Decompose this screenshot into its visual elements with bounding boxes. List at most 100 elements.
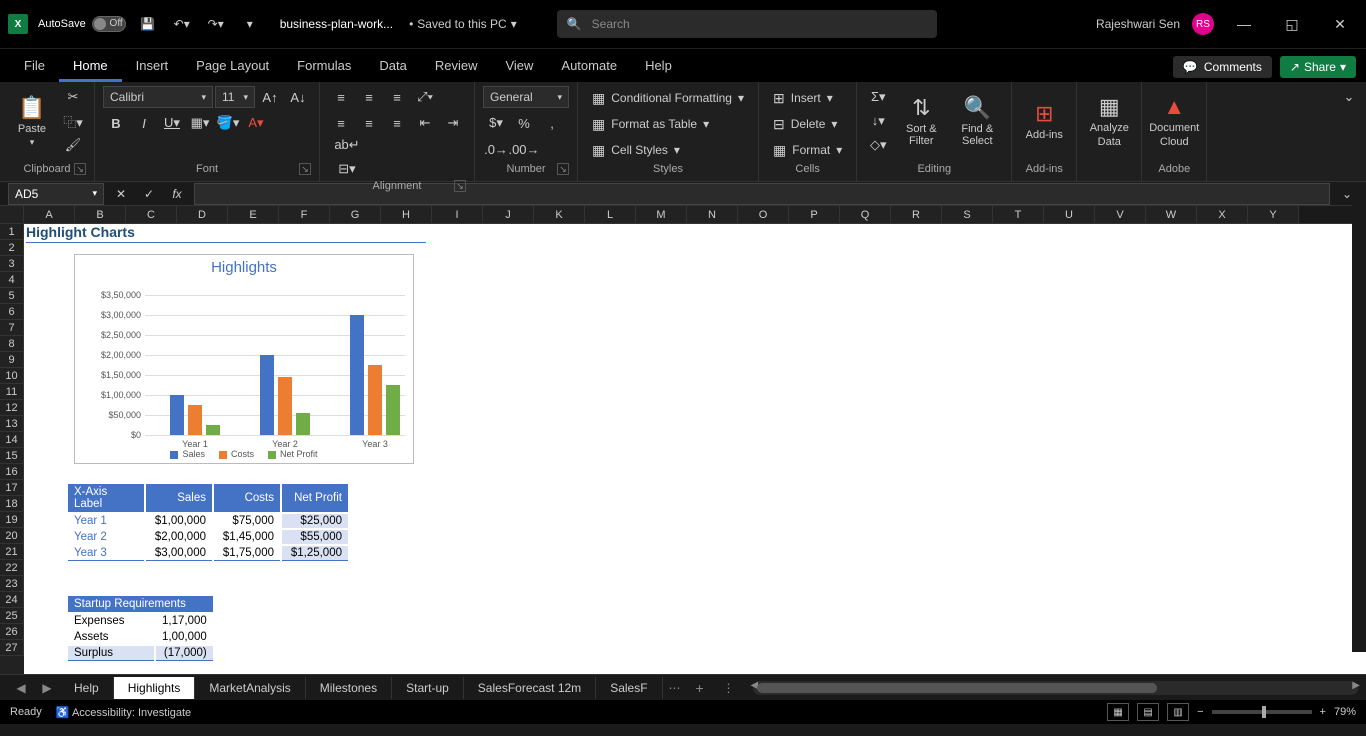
- table-row[interactable]: Year 1$1,00,000$75,000$25,000: [68, 514, 348, 528]
- document-cloud-button[interactable]: ▲DocumentCloud: [1150, 86, 1198, 156]
- more-sheets-icon[interactable]: ⋯: [663, 681, 687, 695]
- col-header-E[interactable]: E: [228, 206, 279, 223]
- sheet-nav-prev-icon[interactable]: ◀: [8, 681, 34, 695]
- row-header-17[interactable]: 17: [0, 480, 24, 496]
- font-name-dropdown[interactable]: Calibri▾: [103, 86, 213, 108]
- sheet-tab-salesforecast-12m[interactable]: SalesForecast 12m: [464, 677, 596, 699]
- merge-icon[interactable]: ⊟▾: [332, 158, 362, 180]
- tab-home[interactable]: Home: [59, 52, 122, 82]
- row-header-7[interactable]: 7: [0, 320, 24, 336]
- format-as-table-button[interactable]: ▦Format as Table ▾: [586, 112, 715, 136]
- row-header-11[interactable]: 11: [0, 384, 24, 400]
- row-header-13[interactable]: 13: [0, 416, 24, 432]
- saved-status[interactable]: • Saved to this PC ▾: [409, 17, 517, 31]
- status-accessibility[interactable]: ♿ Accessibility: Investigate: [56, 706, 191, 719]
- format-painter-icon[interactable]: 🖌: [60, 134, 86, 156]
- align-left-icon[interactable]: ≡: [328, 112, 354, 134]
- align-middle-icon[interactable]: ≡: [356, 86, 382, 108]
- increase-indent-icon[interactable]: ⇥: [440, 112, 466, 134]
- startup-row[interactable]: Surplus(17,000): [68, 646, 213, 661]
- addins-button[interactable]: ⊞Add-ins: [1020, 86, 1068, 156]
- col-header-I[interactable]: I: [432, 206, 483, 223]
- col-header-T[interactable]: T: [993, 206, 1044, 223]
- row-header-26[interactable]: 26: [0, 624, 24, 640]
- minimize-icon[interactable]: —: [1226, 10, 1262, 38]
- sheet-options-icon[interactable]: ⋮: [713, 681, 745, 695]
- col-header-D[interactable]: D: [177, 206, 228, 223]
- font-launcher-icon[interactable]: ↘: [299, 163, 311, 175]
- col-header-H[interactable]: H: [381, 206, 432, 223]
- borders-icon[interactable]: ▦▾: [187, 112, 213, 134]
- row-header-27[interactable]: 27: [0, 640, 24, 656]
- normal-view-icon[interactable]: ▦: [1107, 703, 1129, 721]
- row-header-10[interactable]: 10: [0, 368, 24, 384]
- sheet-area[interactable]: 1234567891011121314151617181920212223242…: [0, 224, 1366, 674]
- col-header-Y[interactable]: Y: [1248, 206, 1299, 223]
- row-header-9[interactable]: 9: [0, 352, 24, 368]
- row-header-14[interactable]: 14: [0, 432, 24, 448]
- autosum-icon[interactable]: Σ▾: [865, 86, 891, 108]
- orientation-icon[interactable]: ⤢▾: [412, 86, 438, 108]
- col-header-Q[interactable]: Q: [840, 206, 891, 223]
- name-box[interactable]: AD5▾: [8, 183, 104, 205]
- delete-cells-button[interactable]: ⊟Delete ▾: [767, 112, 843, 136]
- col-header-U[interactable]: U: [1044, 206, 1095, 223]
- alignment-launcher-icon[interactable]: ↘: [454, 180, 466, 192]
- restore-icon[interactable]: ◱: [1274, 10, 1310, 38]
- tab-review[interactable]: Review: [421, 52, 492, 82]
- col-header-R[interactable]: R: [891, 206, 942, 223]
- col-header-P[interactable]: P: [789, 206, 840, 223]
- italic-icon[interactable]: I: [131, 112, 157, 134]
- align-bottom-icon[interactable]: ≡: [384, 86, 410, 108]
- number-format-dropdown[interactable]: General▾: [483, 86, 569, 108]
- sheet-tab-highlights[interactable]: Highlights: [114, 677, 196, 699]
- vertical-scrollbar[interactable]: [1352, 182, 1366, 652]
- increase-font-icon[interactable]: A↑: [257, 86, 283, 108]
- zoom-in-icon[interactable]: +: [1320, 706, 1326, 718]
- font-size-dropdown[interactable]: 11▾: [215, 86, 255, 108]
- enter-formula-icon[interactable]: ✓: [138, 187, 160, 201]
- row-header-4[interactable]: 4: [0, 272, 24, 288]
- horizontal-scrollbar[interactable]: ◀▶: [753, 681, 1358, 695]
- fill-color-icon[interactable]: 🪣▾: [215, 112, 241, 134]
- sort-filter-button[interactable]: ⇅Sort & Filter: [895, 86, 947, 156]
- table-row[interactable]: Year 3$3,00,000$1,75,000$1,25,000: [68, 546, 348, 561]
- number-launcher-icon[interactable]: ↘: [557, 163, 569, 175]
- accounting-icon[interactable]: $▾: [483, 112, 509, 134]
- fill-icon[interactable]: ↓▾: [865, 110, 891, 132]
- user-name[interactable]: Rajeshwari Sen: [1096, 17, 1180, 31]
- page-break-view-icon[interactable]: ▥: [1167, 703, 1189, 721]
- sheet-tab-salesf[interactable]: SalesF: [596, 677, 662, 699]
- row-header-22[interactable]: 22: [0, 560, 24, 576]
- paste-button[interactable]: 📋Paste▾: [8, 86, 56, 156]
- row-header-8[interactable]: 8: [0, 336, 24, 352]
- col-header-O[interactable]: O: [738, 206, 789, 223]
- row-header-21[interactable]: 21: [0, 544, 24, 560]
- new-sheet-button[interactable]: +: [687, 680, 713, 696]
- tab-file[interactable]: File: [10, 52, 59, 82]
- row-header-18[interactable]: 18: [0, 496, 24, 512]
- col-header-F[interactable]: F: [279, 206, 330, 223]
- col-header-W[interactable]: W: [1146, 206, 1197, 223]
- conditional-formatting-button[interactable]: ▦Conditional Formatting ▾: [586, 86, 750, 110]
- undo-icon[interactable]: ↶▾: [170, 12, 194, 36]
- zoom-slider[interactable]: [1212, 710, 1312, 714]
- redo-icon[interactable]: ↷▾: [204, 12, 228, 36]
- align-center-icon[interactable]: ≡: [356, 112, 382, 134]
- page-layout-view-icon[interactable]: ▤: [1137, 703, 1159, 721]
- row-header-25[interactable]: 25: [0, 608, 24, 624]
- row-header-23[interactable]: 23: [0, 576, 24, 592]
- col-header-S[interactable]: S: [942, 206, 993, 223]
- row-header-19[interactable]: 19: [0, 512, 24, 528]
- save-icon[interactable]: 💾: [136, 12, 160, 36]
- row-header-24[interactable]: 24: [0, 592, 24, 608]
- col-header-N[interactable]: N: [687, 206, 738, 223]
- row-header-12[interactable]: 12: [0, 400, 24, 416]
- clipboard-launcher-icon[interactable]: ↘: [74, 163, 86, 175]
- underline-icon[interactable]: U▾: [159, 112, 185, 134]
- align-right-icon[interactable]: ≡: [384, 112, 410, 134]
- sheet-tab-start-up[interactable]: Start-up: [392, 677, 464, 699]
- fx-icon[interactable]: fx: [166, 187, 188, 201]
- decrease-indent-icon[interactable]: ⇤: [412, 112, 438, 134]
- row-header-15[interactable]: 15: [0, 448, 24, 464]
